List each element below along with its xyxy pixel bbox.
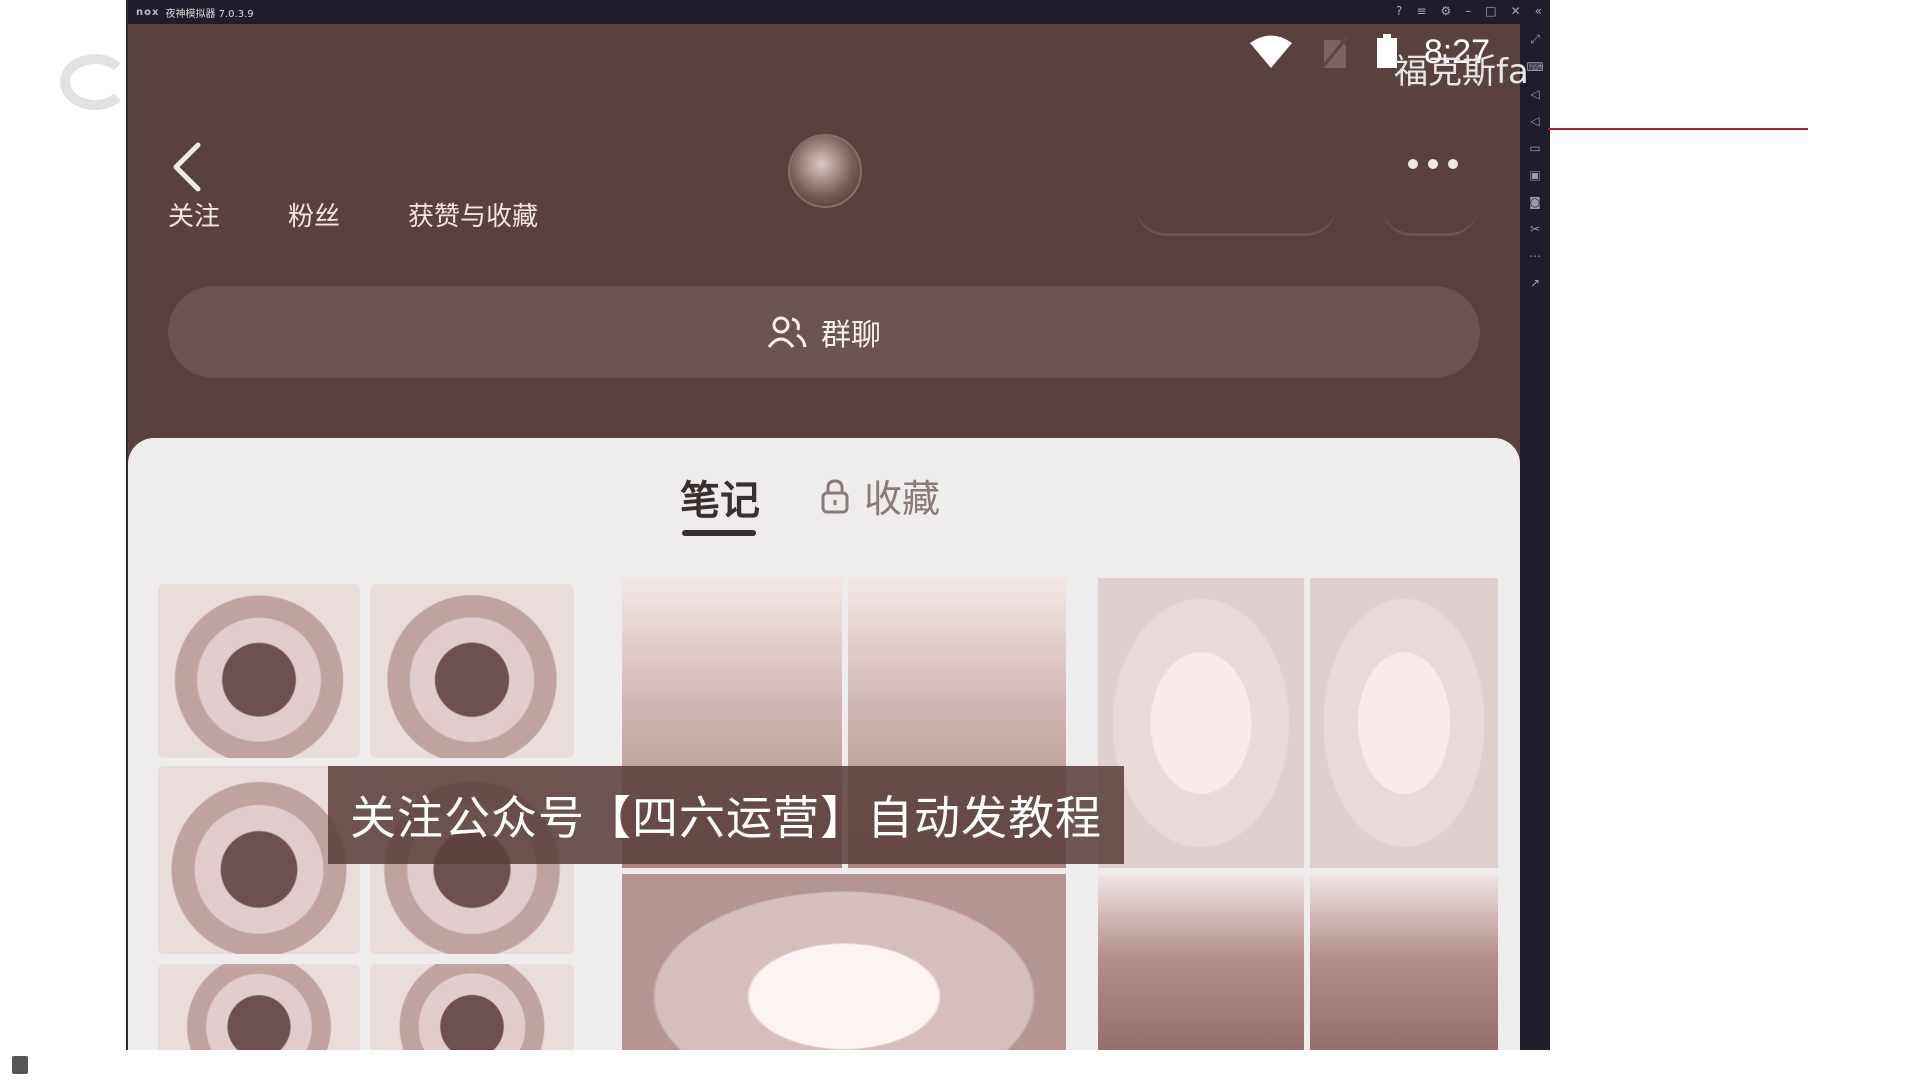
tab-collections[interactable]: 收藏 (820, 468, 940, 523)
desktop: nox 夜神模拟器 7.0.3.9 ? ≡ ⚙ – □ ✕ « ⤢ ⌨ ◁ ◁ … (0, 0, 1920, 1080)
scissors-icon[interactable]: ✂ (1530, 222, 1540, 236)
note-card[interactable] (1098, 578, 1498, 1050)
note-image (370, 584, 574, 758)
stat-following[interactable]: 关注 (168, 196, 220, 233)
note-image (370, 964, 574, 1050)
profile-stats: 关注 粉丝 获赞与收藏 (168, 196, 538, 233)
annotation-line (1548, 128, 1808, 130)
annotation-stroke (60, 54, 130, 110)
emulator-toolbar: ⤢ ⌨ ◁ ◁ ▭ ▣ ◙ ✂ ⋯ ↗ (1520, 24, 1550, 1050)
group-chat-button[interactable]: 群聊 (168, 286, 1480, 378)
group-chat-label: 群聊 (821, 318, 881, 353)
screen-icon[interactable]: ▭ (1529, 141, 1540, 155)
maximize-icon[interactable]: □ (1485, 4, 1496, 18)
note-image (1310, 578, 1498, 868)
minimize-icon[interactable]: – (1465, 4, 1471, 18)
content-tabs: 笔记 收藏 (128, 468, 1520, 538)
install-apk-icon[interactable]: ▣ (1529, 168, 1540, 182)
emulator-titlebar: nox 夜神模拟器 7.0.3.9 ? ≡ ⚙ – □ ✕ « (128, 0, 1550, 24)
close-icon[interactable]: ✕ (1511, 4, 1521, 18)
chevron-left-icon[interactable] (168, 139, 208, 195)
help-icon[interactable]: ? (1396, 4, 1402, 18)
note-image (158, 964, 360, 1050)
overlay-caption: 福克斯fa (1394, 52, 1529, 92)
stat-likes-collects[interactable]: 获赞与收藏 (408, 196, 538, 233)
group-icon (767, 316, 807, 348)
tab-notes[interactable]: 笔记 (680, 468, 760, 526)
note-image (158, 584, 360, 758)
wifi-icon (1249, 35, 1292, 68)
tab-collections-label: 收藏 (864, 477, 941, 521)
menu-icon[interactable]: ≡ (1416, 4, 1426, 18)
more-dots-icon[interactable] (1408, 159, 1458, 171)
note-image (622, 874, 1066, 1050)
note-image (1098, 578, 1304, 868)
screenshot-icon[interactable]: ◙ (1529, 195, 1541, 209)
more-tools-icon[interactable]: ⋯ (1529, 249, 1541, 263)
profile-content: 笔记 收藏 (128, 438, 1520, 1050)
avatar[interactable] (788, 134, 862, 208)
window-controls: ? ≡ ⚙ – □ ✕ « (1396, 4, 1542, 18)
emulator-logo: nox (136, 6, 160, 18)
settings-button[interactable] (1382, 202, 1478, 236)
settings-icon[interactable]: ⚙ (1440, 4, 1451, 18)
emulator-window: nox 夜神模拟器 7.0.3.9 ? ≡ ⚙ – □ ✕ « ⤢ ⌨ ◁ ◁ … (126, 0, 1550, 1050)
note-image (1098, 874, 1304, 1050)
volume-up-icon[interactable]: ◁ (1530, 87, 1539, 101)
share-icon[interactable]: ↗ (1530, 276, 1540, 290)
stat-followers[interactable]: 粉丝 (288, 196, 340, 233)
keyboard-icon[interactable]: ⌨ (1526, 60, 1543, 74)
fullscreen-icon[interactable]: ⤢ (1530, 32, 1540, 47)
note-image (1310, 874, 1498, 1050)
no-sim-icon (1320, 35, 1349, 69)
phone-screen: 8:27 关注 粉丝 获赞与收藏 群聊 笔记 收藏 关注公众号【四六运营】自动发… (128, 24, 1520, 1050)
active-tab-indicator (682, 530, 756, 536)
promo-watermark: 关注公众号【四六运营】自动发教程 (328, 766, 1124, 864)
collapse-sidebar-icon[interactable]: « (1535, 4, 1542, 18)
lock-icon (821, 478, 849, 513)
emulator-title: 夜神模拟器 7.0.3.9 (165, 8, 254, 20)
edit-profile-button[interactable] (1136, 202, 1336, 236)
document-icon[interactable] (12, 1056, 28, 1074)
volume-down-icon[interactable]: ◁ (1530, 114, 1539, 128)
